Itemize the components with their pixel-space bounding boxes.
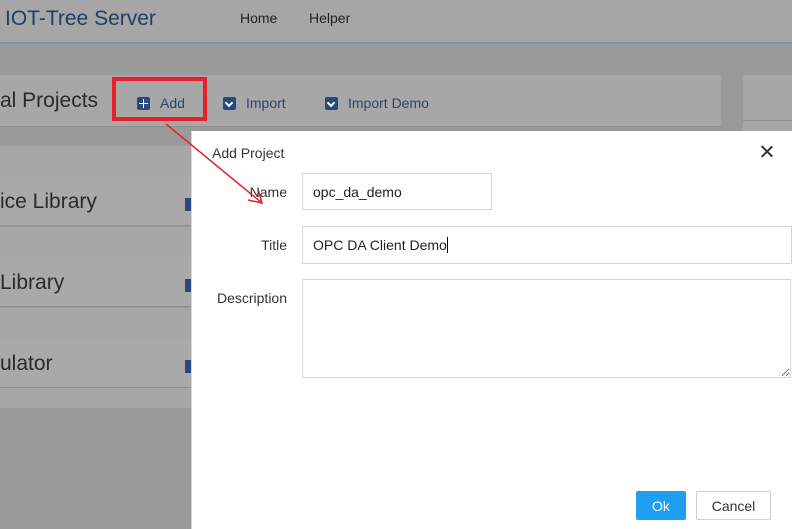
close-icon[interactable] [758, 143, 776, 161]
title-input[interactable]: OPC DA Client Demo [302, 226, 792, 264]
nav-helper[interactable]: Helper [309, 10, 350, 26]
nav-home[interactable]: Home [240, 10, 277, 26]
text-caret [446, 237, 448, 253]
app-title[interactable]: IOT-Tree Server [5, 7, 156, 31]
dialog-title: Add Project [212, 145, 285, 161]
add-project-dialog: Add Project Name Title OPC DA Client Dem… [191, 131, 792, 529]
name-label: Name [249, 184, 287, 200]
import-label: Import [246, 95, 286, 111]
description-textarea[interactable] [302, 279, 791, 378]
import-demo-icon [325, 96, 338, 110]
name-input[interactable] [302, 173, 492, 210]
library-title: Library [0, 271, 65, 294]
import-demo-label: Import Demo [348, 95, 429, 111]
title-label: Title [261, 237, 287, 253]
cancel-button[interactable]: Cancel [696, 491, 771, 520]
import-demo-button[interactable]: Import Demo [325, 95, 429, 111]
ok-button[interactable]: Ok [636, 491, 686, 520]
title-input-value: OPC DA Client Demo [313, 237, 447, 253]
import-button[interactable]: Import [223, 95, 286, 111]
device-library-title: ice Library [0, 190, 97, 213]
app-header: IOT-Tree Server Home Helper [0, 0, 792, 44]
projects-panel-title: al Projects [0, 89, 99, 112]
import-icon [223, 96, 236, 110]
simulator-title: ulator [0, 352, 53, 375]
add-highlight-box [112, 77, 207, 121]
description-label: Description [216, 290, 287, 306]
